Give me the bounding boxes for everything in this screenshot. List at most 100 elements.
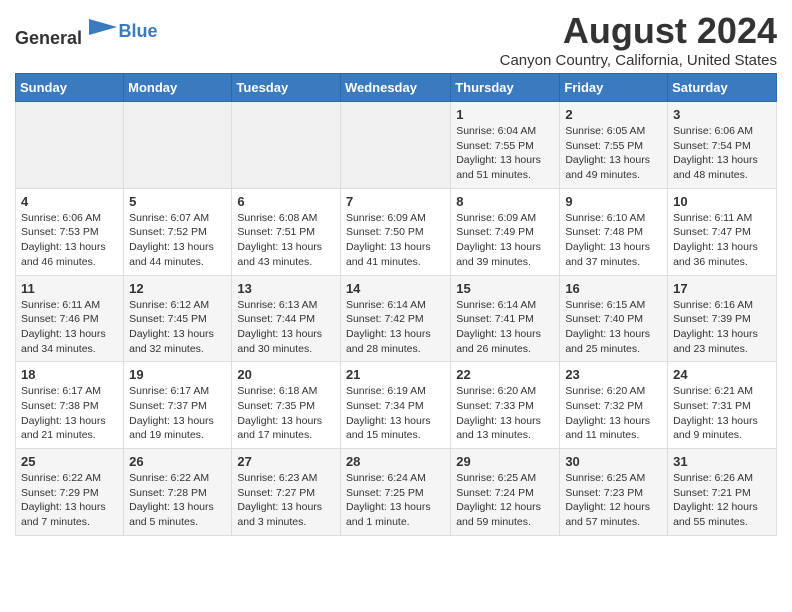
calendar-cell: 4 Sunrise: 6:06 AM Sunset: 7:53 PM Daylig… — [16, 188, 124, 275]
header-tuesday: Tuesday — [232, 74, 341, 102]
calendar-cell: 3 Sunrise: 6:06 AM Sunset: 7:54 PM Daylig… — [668, 102, 777, 189]
day-number: 17 — [673, 281, 771, 296]
day-info: Sunrise: 6:09 AM Sunset: 7:49 PM Dayligh… — [456, 211, 554, 270]
day-number: 13 — [237, 281, 335, 296]
day-number: 28 — [346, 454, 445, 469]
day-number: 6 — [237, 194, 335, 209]
header-thursday: Thursday — [451, 74, 560, 102]
header-friday: Friday — [560, 74, 668, 102]
logo: General Blue — [15, 14, 158, 49]
day-info: Sunrise: 6:17 AM Sunset: 7:38 PM Dayligh… — [21, 384, 118, 443]
day-info: Sunrise: 6:06 AM Sunset: 7:54 PM Dayligh… — [673, 124, 771, 183]
calendar-cell: 2 Sunrise: 6:05 AM Sunset: 7:55 PM Daylig… — [560, 102, 668, 189]
title-area: August 2024 Canyon Country, California, … — [500, 10, 777, 69]
header-sunday: Sunday — [16, 74, 124, 102]
calendar-week-row: 18 Sunrise: 6:17 AM Sunset: 7:38 PM Dayli… — [16, 362, 777, 449]
day-number: 19 — [129, 367, 226, 382]
day-info: Sunrise: 6:11 AM Sunset: 7:46 PM Dayligh… — [21, 298, 118, 357]
day-info: Sunrise: 6:24 AM Sunset: 7:25 PM Dayligh… — [346, 471, 445, 530]
day-number: 18 — [21, 367, 118, 382]
day-info: Sunrise: 6:18 AM Sunset: 7:35 PM Dayligh… — [237, 384, 335, 443]
header-saturday: Saturday — [668, 74, 777, 102]
day-number: 8 — [456, 194, 554, 209]
calendar-cell: 11 Sunrise: 6:11 AM Sunset: 7:46 PM Dayli… — [16, 275, 124, 362]
calendar-cell: 22 Sunrise: 6:20 AM Sunset: 7:33 PM Dayli… — [451, 362, 560, 449]
calendar-cell: 1 Sunrise: 6:04 AM Sunset: 7:55 PM Daylig… — [451, 102, 560, 189]
header-wednesday: Wednesday — [340, 74, 450, 102]
calendar-cell: 28 Sunrise: 6:24 AM Sunset: 7:25 PM Dayli… — [340, 449, 450, 536]
day-number: 4 — [21, 194, 118, 209]
day-info: Sunrise: 6:20 AM Sunset: 7:33 PM Dayligh… — [456, 384, 554, 443]
day-number: 1 — [456, 107, 554, 122]
calendar-cell: 8 Sunrise: 6:09 AM Sunset: 7:49 PM Daylig… — [451, 188, 560, 275]
day-info: Sunrise: 6:12 AM Sunset: 7:45 PM Dayligh… — [129, 298, 226, 357]
day-info: Sunrise: 6:05 AM Sunset: 7:55 PM Dayligh… — [565, 124, 662, 183]
day-number: 15 — [456, 281, 554, 296]
day-info: Sunrise: 6:25 AM Sunset: 7:24 PM Dayligh… — [456, 471, 554, 530]
calendar-cell — [340, 102, 450, 189]
calendar-cell: 13 Sunrise: 6:13 AM Sunset: 7:44 PM Dayli… — [232, 275, 341, 362]
calendar-cell: 24 Sunrise: 6:21 AM Sunset: 7:31 PM Dayli… — [668, 362, 777, 449]
calendar-cell: 9 Sunrise: 6:10 AM Sunset: 7:48 PM Daylig… — [560, 188, 668, 275]
calendar-week-row: 1 Sunrise: 6:04 AM Sunset: 7:55 PM Daylig… — [16, 102, 777, 189]
day-info: Sunrise: 6:21 AM Sunset: 7:31 PM Dayligh… — [673, 384, 771, 443]
calendar-cell: 18 Sunrise: 6:17 AM Sunset: 7:38 PM Dayli… — [16, 362, 124, 449]
calendar-week-row: 11 Sunrise: 6:11 AM Sunset: 7:46 PM Dayli… — [16, 275, 777, 362]
day-info: Sunrise: 6:19 AM Sunset: 7:34 PM Dayligh… — [346, 384, 445, 443]
day-number: 16 — [565, 281, 662, 296]
calendar-cell: 16 Sunrise: 6:15 AM Sunset: 7:40 PM Dayli… — [560, 275, 668, 362]
calendar-cell: 6Sunrise: 6:08 AM Sunset: 7:51 PM Daylig… — [232, 188, 341, 275]
location-subtitle: Canyon Country, California, United State… — [500, 52, 777, 69]
day-number: 2 — [565, 107, 662, 122]
day-number: 24 — [673, 367, 771, 382]
day-info: Sunrise: 6:04 AM Sunset: 7:55 PM Dayligh… — [456, 124, 554, 183]
day-info: Sunrise: 6:09 AM Sunset: 7:50 PM Dayligh… — [346, 211, 445, 270]
logo-text-general: General — [15, 28, 82, 48]
calendar-cell — [124, 102, 232, 189]
calendar-cell: 23Sunrise: 6:20 AM Sunset: 7:32 PM Dayli… — [560, 362, 668, 449]
calendar-week-row: 25 Sunrise: 6:22 AM Sunset: 7:29 PM Dayli… — [16, 449, 777, 536]
day-info: Sunrise: 6:22 AM Sunset: 7:29 PM Dayligh… — [21, 471, 118, 530]
calendar-cell: 26 Sunrise: 6:22 AM Sunset: 7:28 PM Dayli… — [124, 449, 232, 536]
day-number: 26 — [129, 454, 226, 469]
calendar-cell: 27 Sunrise: 6:23 AM Sunset: 7:27 PM Dayli… — [232, 449, 341, 536]
day-number: 25 — [21, 454, 118, 469]
day-info: Sunrise: 6:14 AM Sunset: 7:42 PM Dayligh… — [346, 298, 445, 357]
day-number: 23 — [565, 367, 662, 382]
day-number: 22 — [456, 367, 554, 382]
day-number: 27 — [237, 454, 335, 469]
calendar-cell: 31Sunrise: 6:26 AM Sunset: 7:21 PM Dayli… — [668, 449, 777, 536]
calendar-cell — [16, 102, 124, 189]
calendar-cell: 29Sunrise: 6:25 AM Sunset: 7:24 PM Dayli… — [451, 449, 560, 536]
day-number: 31 — [673, 454, 771, 469]
logo-text-blue: Blue — [119, 21, 158, 41]
calendar-cell: 21Sunrise: 6:19 AM Sunset: 7:34 PM Dayli… — [340, 362, 450, 449]
calendar-cell: 15 Sunrise: 6:14 AM Sunset: 7:41 PM Dayli… — [451, 275, 560, 362]
calendar-cell: 20Sunrise: 6:18 AM Sunset: 7:35 PM Dayli… — [232, 362, 341, 449]
day-number: 10 — [673, 194, 771, 209]
day-number: 3 — [673, 107, 771, 122]
day-info: Sunrise: 6:22 AM Sunset: 7:28 PM Dayligh… — [129, 471, 226, 530]
day-number: 9 — [565, 194, 662, 209]
day-number: 12 — [129, 281, 226, 296]
calendar-table: SundayMondayTuesdayWednesdayThursdayFrid… — [15, 73, 777, 536]
day-number: 30 — [565, 454, 662, 469]
logo-flag-icon — [89, 14, 119, 44]
day-info: Sunrise: 6:06 AM Sunset: 7:53 PM Dayligh… — [21, 211, 118, 270]
calendar-header-row: SundayMondayTuesdayWednesdayThursdayFrid… — [16, 74, 777, 102]
calendar-cell: 10Sunrise: 6:11 AM Sunset: 7:47 PM Dayli… — [668, 188, 777, 275]
calendar-cell: 25 Sunrise: 6:22 AM Sunset: 7:29 PM Dayli… — [16, 449, 124, 536]
day-info: Sunrise: 6:15 AM Sunset: 7:40 PM Dayligh… — [565, 298, 662, 357]
calendar-cell: 14 Sunrise: 6:14 AM Sunset: 7:42 PM Dayli… — [340, 275, 450, 362]
day-info: Sunrise: 6:10 AM Sunset: 7:48 PM Dayligh… — [565, 211, 662, 270]
day-info: Sunrise: 6:14 AM Sunset: 7:41 PM Dayligh… — [456, 298, 554, 357]
day-number: 14 — [346, 281, 445, 296]
day-info: Sunrise: 6:23 AM Sunset: 7:27 PM Dayligh… — [237, 471, 335, 530]
calendar-cell: 5Sunrise: 6:07 AM Sunset: 7:52 PM Daylig… — [124, 188, 232, 275]
calendar-cell: 30 Sunrise: 6:25 AM Sunset: 7:23 PM Dayli… — [560, 449, 668, 536]
day-info: Sunrise: 6:13 AM Sunset: 7:44 PM Dayligh… — [237, 298, 335, 357]
day-info: Sunrise: 6:07 AM Sunset: 7:52 PM Dayligh… — [129, 211, 226, 270]
calendar-cell: 7Sunrise: 6:09 AM Sunset: 7:50 PM Daylig… — [340, 188, 450, 275]
day-info: Sunrise: 6:25 AM Sunset: 7:23 PM Dayligh… — [565, 471, 662, 530]
day-number: 11 — [21, 281, 118, 296]
